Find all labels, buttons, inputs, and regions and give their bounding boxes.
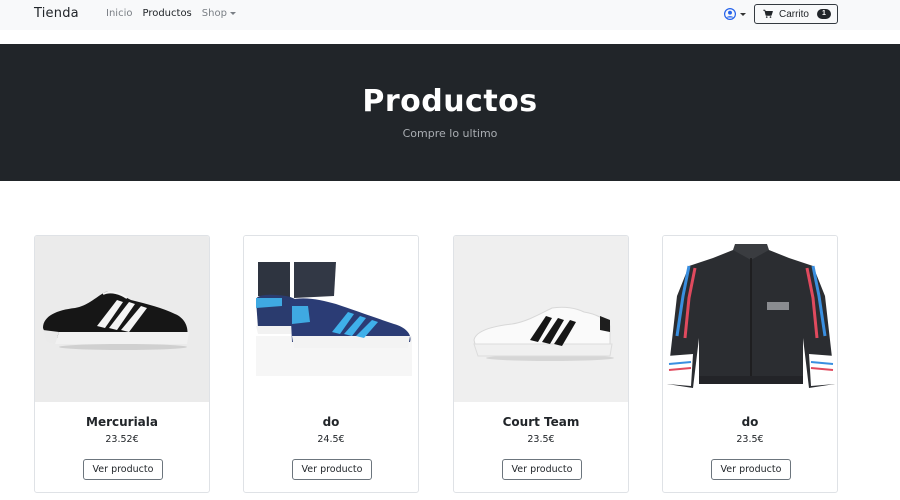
nav-links: Inicio Productos Shop xyxy=(106,8,236,19)
shopping-cart-icon xyxy=(763,9,773,18)
product-name: Mercuriala xyxy=(86,415,158,429)
nav-link-inicio[interactable]: Inicio xyxy=(106,8,132,19)
chevron-down-icon xyxy=(229,11,236,15)
view-product-button[interactable]: Ver producto xyxy=(711,459,791,480)
nav-dropdown-shop-label: Shop xyxy=(201,8,227,19)
chevron-down-icon xyxy=(740,12,746,16)
product-price: 23.5€ xyxy=(527,434,555,445)
product-name: do xyxy=(741,415,759,429)
product-image[interactable] xyxy=(244,236,418,402)
hero-banner: Productos Compre lo ultimo xyxy=(0,44,900,181)
view-product-button[interactable]: Ver producto xyxy=(502,459,582,480)
view-product-button[interactable]: Ver producto xyxy=(292,459,372,480)
product-card: do 23.5€ Ver producto xyxy=(662,235,838,493)
nav-link-productos[interactable]: Productos xyxy=(142,8,191,19)
cart-label: Carrito xyxy=(778,8,809,20)
page-subtitle: Compre lo ultimo xyxy=(402,127,498,140)
product-name: do xyxy=(322,415,340,429)
product-card: do 24.5€ Ver producto xyxy=(243,235,419,493)
product-image[interactable] xyxy=(663,236,837,402)
nav-dropdown-shop[interactable]: Shop xyxy=(202,8,236,19)
product-price: 24.5€ xyxy=(317,434,345,445)
product-image[interactable] xyxy=(35,236,209,402)
product-name: Court Team xyxy=(502,415,580,429)
product-price: 23.5€ xyxy=(736,434,764,445)
page-title: Productos xyxy=(362,84,538,119)
navbar: Tienda Inicio Productos Shop Carrito 1 xyxy=(0,0,900,30)
cart-count-badge: 1 xyxy=(817,9,831,19)
user-menu-dropdown[interactable] xyxy=(724,8,746,20)
product-price: 23.52€ xyxy=(105,434,139,445)
product-card: Mercuriala 23.52€ Ver producto xyxy=(34,235,210,493)
cart-button[interactable]: Carrito 1 xyxy=(754,4,838,24)
user-circle-icon xyxy=(724,8,736,20)
product-image[interactable] xyxy=(454,236,628,402)
view-product-button[interactable]: Ver producto xyxy=(83,459,163,480)
product-card: Court Team 23.5€ Ver producto xyxy=(453,235,629,493)
brand-link[interactable]: Tienda xyxy=(34,6,79,21)
